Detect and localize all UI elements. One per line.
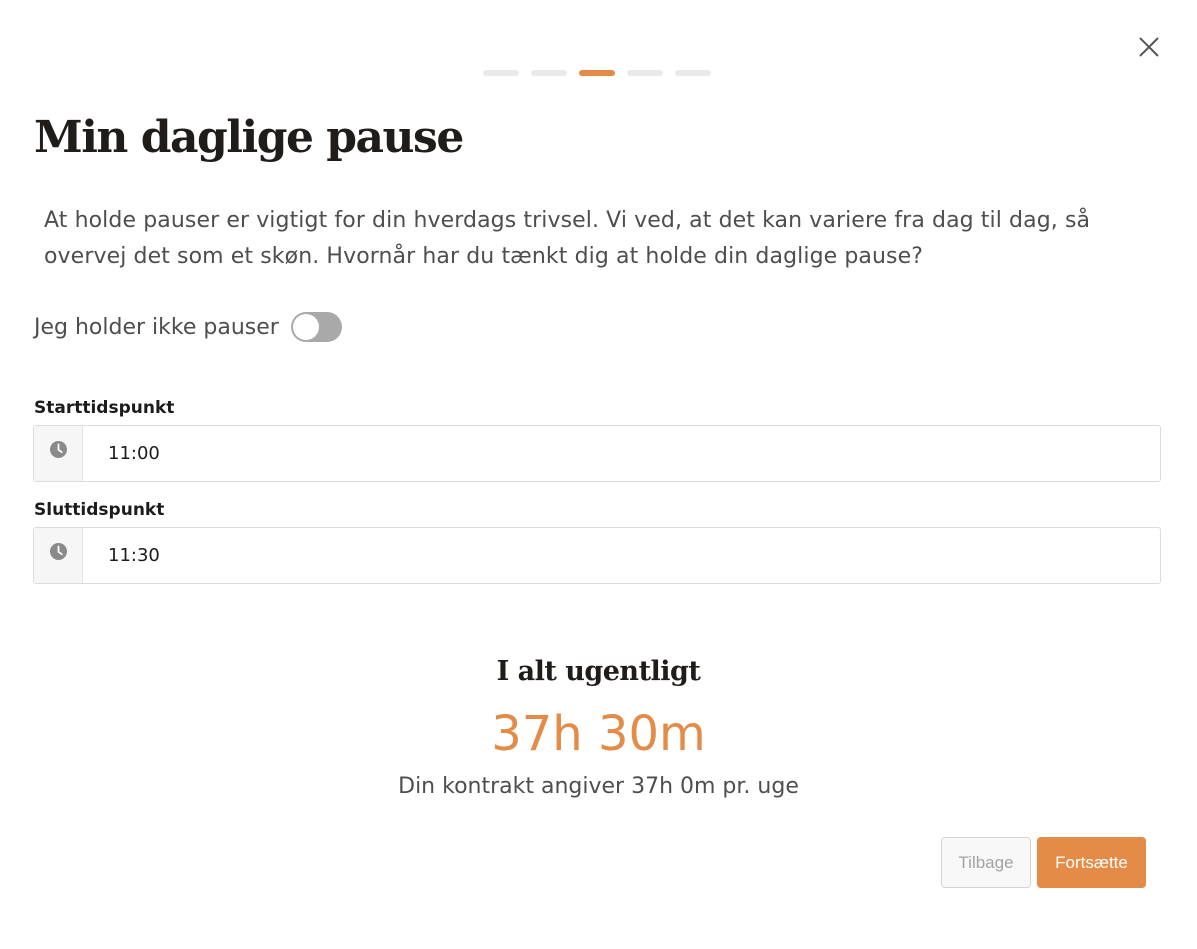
back-button[interactable]: Tilbage (941, 837, 1031, 888)
clock-icon (49, 441, 67, 458)
contract-note: Din kontrakt angiver 37h 0m pr. uge (398, 774, 799, 799)
step-indicator-3 (579, 70, 615, 76)
end-time-label: Sluttidspunkt (34, 500, 165, 520)
start-time-label: Starttidspunkt (34, 398, 175, 418)
no-breaks-row: Jeg holder ikke pauser (34, 312, 342, 342)
start-time-input[interactable] (83, 426, 1160, 481)
no-breaks-label: Jeg holder ikke pauser (34, 314, 279, 340)
step-indicator-1 (483, 70, 519, 76)
continue-button[interactable]: Fortsætte (1037, 837, 1146, 888)
page-title: Min daglige pause (34, 112, 464, 163)
end-time-input[interactable] (83, 528, 1160, 583)
start-time-addon (34, 426, 83, 481)
step-indicator-4 (627, 70, 663, 76)
clock-icon (49, 543, 67, 560)
step-indicator-5 (675, 70, 711, 76)
close-icon (1139, 37, 1159, 57)
end-time-field (33, 527, 1161, 584)
end-time-addon (34, 528, 83, 583)
close-button[interactable] (1134, 33, 1164, 63)
page-description: At holde pauser er vigtigt for din hverd… (44, 208, 1091, 269)
weekly-total-heading: I alt ugentligt (496, 656, 701, 687)
start-time-field (33, 425, 1161, 482)
weekly-total-value: 37h 30m (491, 706, 706, 762)
toggle-knob (292, 314, 319, 340)
progress-stepper (483, 70, 711, 76)
step-indicator-2 (531, 70, 567, 76)
no-breaks-toggle[interactable] (290, 312, 342, 342)
